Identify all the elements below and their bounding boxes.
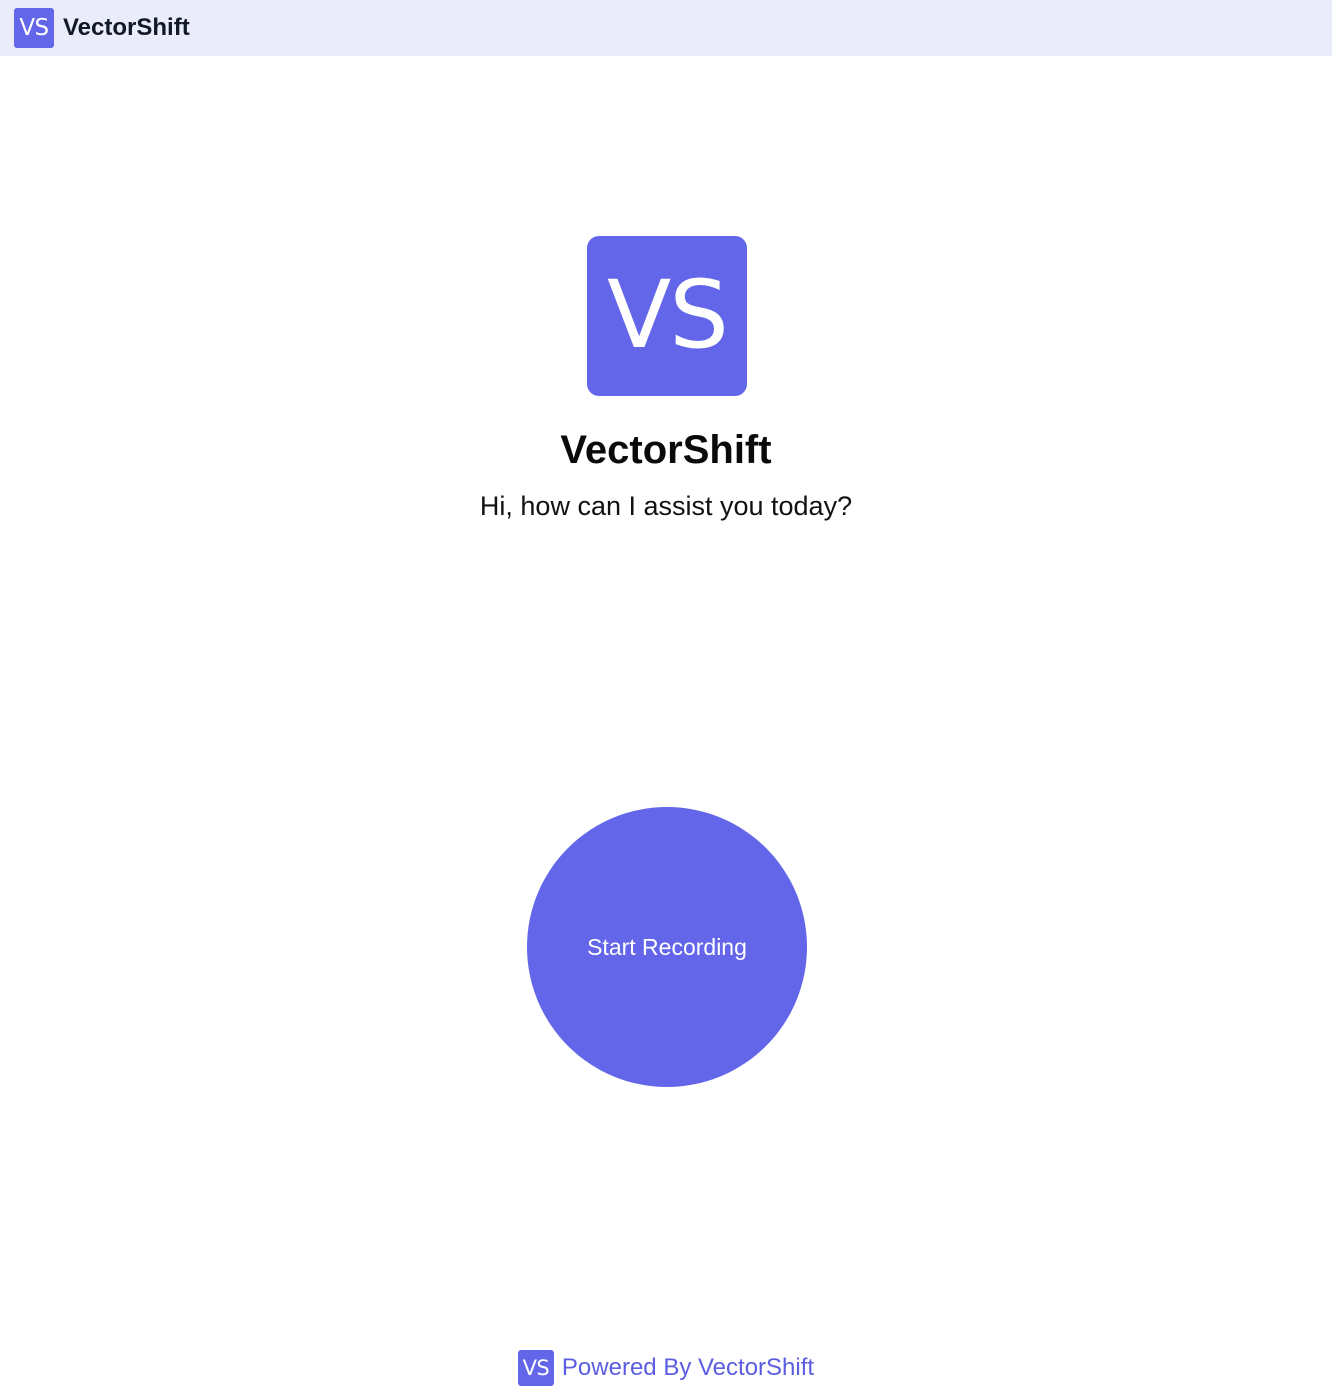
footer-logo-icon: VS <box>517 1350 554 1386</box>
start-recording-button[interactable]: Start Recording <box>527 807 807 1087</box>
powered-by-text: Powered By VectorShift <box>561 1354 815 1381</box>
footer-logo-text: VS <box>522 1356 550 1380</box>
hero-logo-text: VS <box>607 261 729 370</box>
hero-logo-icon: VS <box>587 236 747 396</box>
app-title: VectorShift <box>63 14 190 41</box>
greeting-message: Hi, how can I assist you today? <box>479 491 853 521</box>
start-recording-label: Start Recording <box>587 933 747 960</box>
powered-by-link[interactable]: VS Powered By VectorShift <box>0 1350 1332 1386</box>
vectorshift-logo-icon: VS <box>14 8 54 48</box>
top-bar: VS VectorShift <box>0 0 1332 56</box>
assistant-name: VectorShift <box>560 428 772 472</box>
topbar-logo-text: VS <box>19 15 49 41</box>
voice-assistant-page: VS VectorShift VS VectorShift Hi, how ca… <box>0 0 1332 1392</box>
